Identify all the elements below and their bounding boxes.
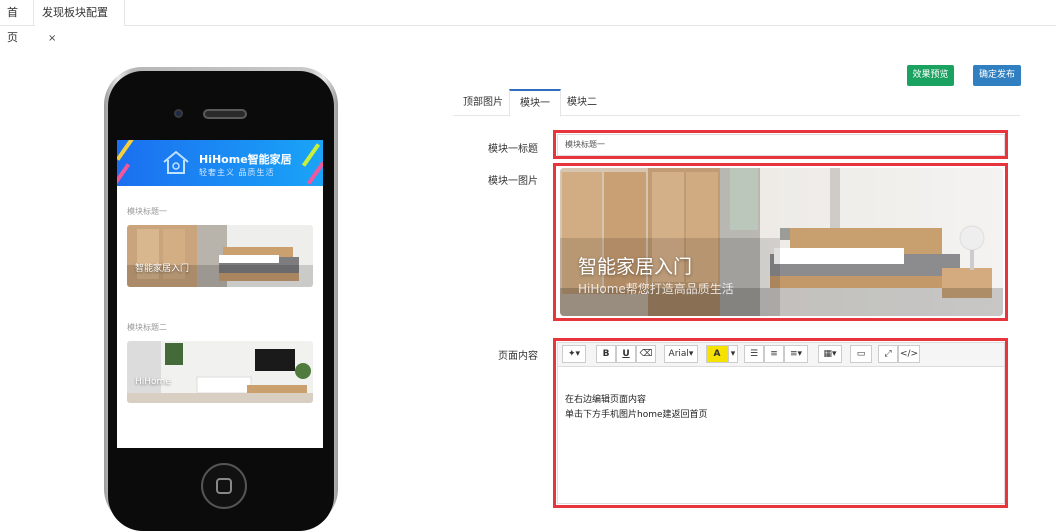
editor-line-2: 单击下方手机图片home建返回首页 [565,410,708,420]
align-icon[interactable]: ≡▾ [784,345,808,363]
phone-module1-image-label: 智能家居入门 [135,264,190,274]
bold-button[interactable]: B [596,345,616,363]
editor-content[interactable]: 在右边编辑页面内容 单击下方手机图片home建返回首页 [565,393,708,423]
speaker-icon [203,109,247,119]
fullscreen-icon[interactable]: ⤢ [878,345,898,363]
tab-top-image[interactable]: 顶部图片 [453,89,513,116]
ordered-list-icon[interactable]: ≡ [764,345,784,363]
title-field-label: 模块一标题 [488,144,538,155]
tab-discover-config-label: 发现板块配置 [42,6,108,19]
font-color-button[interactable]: A [706,345,728,363]
table-icon[interactable]: ▦▾ [818,345,842,363]
code-view-icon[interactable]: </> [898,345,920,363]
phone-brand-title: HiHome智能家居 [199,153,292,166]
content-field-label: 页面内容 [498,351,538,362]
publish-button[interactable]: 确定发布 [973,65,1021,86]
phone-brand-subtitle: 轻奢主义 品质生活 [199,168,275,177]
font-color-dropdown-icon[interactable]: ▾ [728,345,738,363]
phone-module2-title: 模块标题二 [127,323,167,332]
phone-top-banner[interactable]: HiHome智能家居 轻奢主义 品质生活 [117,140,323,186]
phone-screen: HiHome智能家居 轻奢主义 品质生活 模块标题一 智能家居入门 模块标题二 [117,140,323,448]
top-tab-bar: 首页 发现板块配置 × [0,0,1056,44]
eraser-icon[interactable]: ⌫ [636,345,656,363]
phone-home-button[interactable] [201,463,247,509]
living-room-image [127,341,313,403]
underline-button[interactable]: U [616,345,636,363]
phone-module2-image-label: HiHome [135,377,171,387]
tab-discover-config[interactable]: 发现板块配置 × [35,0,125,44]
rich-text-editor[interactable]: ✦▾ B U ⌫ Arial▾ A ▾ ☰ ≡ ≡▾ ▦▾ ▭ ⤢ </> 在右… [557,342,1005,504]
phone-module2-image[interactable]: HiHome [127,341,313,403]
phone-module1-image[interactable]: 智能家居入门 [127,225,313,287]
image-overlay-title: 智能家居入门 [578,256,693,278]
font-family-select[interactable]: Arial▾ [664,345,698,363]
editor-toolbar: ✦▾ B U ⌫ Arial▾ A ▾ ☰ ≡ ≡▾ ▦▾ ▭ ⤢ </> [558,343,1004,367]
module-tabs: 顶部图片 模块一 模块二 [453,89,1020,117]
module-image-upload[interactable]: 智能家居入门 HiHome帮您打造高品质生活 [560,168,1003,316]
bedroom-image [127,225,313,287]
editor-line-1: 在右边编辑页面内容 [565,395,647,405]
unordered-list-icon[interactable]: ☰ [744,345,764,363]
camera-icon [174,109,183,118]
image-field-label: 模块一图片 [488,176,538,187]
module-title-input[interactable]: 模块标题一 [557,134,1005,156]
close-icon[interactable]: × [48,33,56,44]
preview-button[interactable]: 效果预览 [907,65,954,86]
image-insert-icon[interactable]: ▭ [850,345,872,363]
magic-style-icon[interactable]: ✦▾ [562,345,586,363]
tab-home[interactable]: 首页 [0,0,34,44]
phone-module1-title: 模块标题一 [127,207,167,216]
image-overlay-subtitle: HiHome帮您打造高品质生活 [578,282,734,296]
tab-module-two[interactable]: 模块二 [557,89,607,116]
font-family-value: Arial [668,349,689,359]
house-logo-icon [163,150,189,174]
tab-module-one[interactable]: 模块一 [509,89,561,117]
